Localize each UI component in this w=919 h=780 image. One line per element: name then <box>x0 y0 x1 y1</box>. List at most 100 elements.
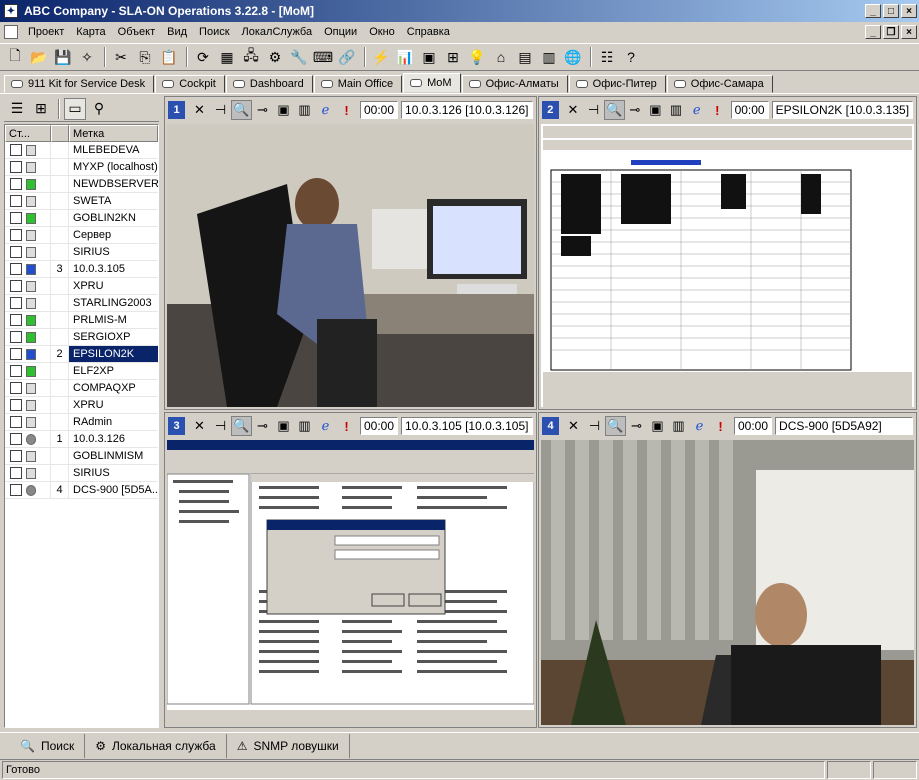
row-checkbox[interactable] <box>10 297 22 309</box>
table-row[interactable]: 2 EPSILON2K <box>5 346 158 363</box>
server-icon[interactable]: ▥ <box>538 46 560 68</box>
menu-view[interactable]: Вид <box>161 23 193 41</box>
tab-search[interactable]: 🔍 Поиск <box>10 733 86 758</box>
screen-icon[interactable]: ▣ <box>273 416 294 436</box>
tab-mom[interactable]: MoM <box>403 73 461 93</box>
row-checkbox[interactable] <box>10 212 22 224</box>
icons-view-icon[interactable]: ▭ <box>64 97 86 120</box>
tab-samara[interactable]: Офис-Самара <box>666 75 773 93</box>
row-checkbox[interactable] <box>10 144 22 156</box>
layout-icon[interactable]: ▦ <box>216 46 238 68</box>
table-row[interactable]: Сервер <box>5 227 158 244</box>
alert-icon[interactable]: ! <box>707 100 728 120</box>
table-row[interactable]: STARLING2003 <box>5 295 158 312</box>
help-icon[interactable]: ? <box>620 46 642 68</box>
row-checkbox[interactable] <box>10 161 22 173</box>
ie-icon[interactable]: ℯ <box>689 416 710 436</box>
screen-icon[interactable]: ▣ <box>647 416 668 436</box>
minimize-button[interactable]: _ <box>865 4 881 18</box>
ie-icon[interactable]: ℯ <box>686 100 707 120</box>
open-folder-icon[interactable]: 📂 <box>28 46 50 68</box>
row-checkbox[interactable] <box>10 382 22 394</box>
table-row[interactable]: MYXP (localhost) <box>5 159 158 176</box>
save-icon[interactable]: 💾 <box>52 46 74 68</box>
table-view-icon[interactable]: ⊞ <box>30 98 52 120</box>
table-row[interactable]: MLEBEDEVA <box>5 142 158 159</box>
chart-icon[interactable]: 📊 <box>394 46 416 68</box>
close-icon[interactable]: ✕ <box>563 100 584 120</box>
tools-icon[interactable]: 🔧 <box>288 46 310 68</box>
new-icon[interactable]: 🗋 <box>4 46 26 68</box>
chart-icon[interactable]: ▥ <box>294 100 315 120</box>
monitor-icon[interactable]: ▣ <box>418 46 440 68</box>
table-row[interactable]: PRLMIS-M <box>5 312 158 329</box>
table-row[interactable]: NEWDBSERVER <box>5 176 158 193</box>
pin-icon[interactable]: ⊣ <box>210 416 231 436</box>
row-checkbox[interactable] <box>10 467 22 479</box>
tree-view-icon[interactable]: ☰ <box>6 98 28 120</box>
table-row[interactable]: 4 DCS-900 [5D5A... <box>5 482 158 499</box>
plug-icon[interactable]: ⊸ <box>252 416 273 436</box>
plug-icon[interactable]: ⊸ <box>252 100 273 120</box>
home-icon[interactable]: ⌂ <box>490 46 512 68</box>
row-checkbox[interactable] <box>10 195 22 207</box>
menu-localservice[interactable]: ЛокалСлужба <box>236 23 319 41</box>
bulb-icon[interactable]: 💡 <box>466 46 488 68</box>
menu-map[interactable]: Карта <box>70 23 111 41</box>
alert-icon[interactable]: ! <box>336 100 357 120</box>
row-checkbox[interactable] <box>10 433 22 445</box>
table-row[interactable]: COMPAQXP <box>5 380 158 397</box>
grid-icon[interactable]: ⊞ <box>442 46 464 68</box>
tab-piter[interactable]: Офис-Питер <box>568 75 666 93</box>
ie-icon[interactable]: ℯ <box>315 416 336 436</box>
paste-icon[interactable]: 📋 <box>158 46 180 68</box>
chart-icon[interactable]: ▥ <box>666 100 687 120</box>
menu-object[interactable]: Объект <box>112 23 161 41</box>
row-checkbox[interactable] <box>10 331 22 343</box>
table-row[interactable]: GOBLINMISM <box>5 448 158 465</box>
scanner-icon[interactable]: ⌨ <box>312 46 334 68</box>
row-checkbox[interactable] <box>10 348 22 360</box>
tab-dashboard[interactable]: Dashboard <box>225 75 313 93</box>
close-icon[interactable]: ✕ <box>563 416 584 436</box>
table-row[interactable]: 1 10.0.3.126 <box>5 431 158 448</box>
row-checkbox[interactable] <box>10 280 22 292</box>
table-row[interactable]: ELF2XP <box>5 363 158 380</box>
tab-cockpit[interactable]: Cockpit <box>155 75 225 93</box>
menu-search[interactable]: Поиск <box>193 23 235 41</box>
properties-icon[interactable]: ☷ <box>596 46 618 68</box>
table-row[interactable]: SIRIUS <box>5 465 158 482</box>
refresh-icon[interactable]: ⟳ <box>192 46 214 68</box>
alert-icon[interactable]: ! <box>336 416 357 436</box>
table-row[interactable]: RAdmin <box>5 414 158 431</box>
menu-help[interactable]: Справка <box>401 23 456 41</box>
table-row[interactable]: SWETA <box>5 193 158 210</box>
column-number[interactable] <box>51 125 69 142</box>
chart-icon[interactable]: ▥ <box>668 416 689 436</box>
row-checkbox[interactable] <box>10 263 22 275</box>
settings-icon[interactable]: ⚙ <box>264 46 286 68</box>
row-checkbox[interactable] <box>10 450 22 462</box>
row-checkbox[interactable] <box>10 178 22 190</box>
menu-options[interactable]: Опции <box>318 23 363 41</box>
zoom-icon[interactable]: 🔍 <box>231 416 252 436</box>
chart-icon[interactable]: ▥ <box>294 416 315 436</box>
network-icon[interactable]: 🔗 <box>336 46 358 68</box>
row-checkbox[interactable] <box>10 484 22 496</box>
row-checkbox[interactable] <box>10 416 22 428</box>
column-status[interactable]: Ст... <box>5 125 51 142</box>
connect-icon[interactable]: ⚡ <box>370 46 392 68</box>
menu-project[interactable]: Проект <box>22 23 70 41</box>
table-row[interactable]: XPRU <box>5 278 158 295</box>
close-icon[interactable]: ✕ <box>189 100 210 120</box>
filter-icon[interactable]: ⚲ <box>88 98 110 120</box>
copy-icon[interactable]: ⎘ <box>134 46 156 68</box>
plug-icon[interactable]: ⊸ <box>626 416 647 436</box>
close-icon[interactable]: ✕ <box>189 416 210 436</box>
mdi-minimize-button[interactable]: _ <box>865 25 881 39</box>
pin-icon[interactable]: ⊣ <box>584 416 605 436</box>
table-row[interactable]: 3 10.0.3.105 <box>5 261 158 278</box>
table-row[interactable]: GOBLIN2KN <box>5 210 158 227</box>
close-button[interactable]: × <box>901 4 917 18</box>
menu-window[interactable]: Окно <box>363 23 401 41</box>
